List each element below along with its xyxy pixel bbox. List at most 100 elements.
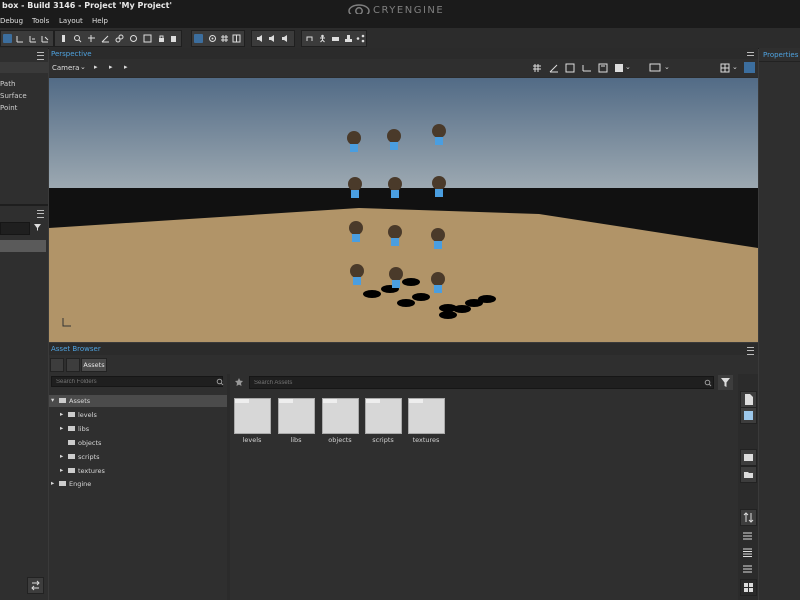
tree-item-libs[interactable]: ▸ libs [49,423,227,435]
collapse-arrow-icon[interactable]: ▸ [60,424,63,432]
new-asset-button[interactable] [740,391,757,408]
speaker-icon[interactable] [268,34,277,43]
list-view-button[interactable] [740,545,755,560]
layout-icon[interactable] [720,63,730,73]
volume-icon[interactable] [280,34,289,43]
folder-thumbnail-icon [408,398,445,434]
angle-snap-icon[interactable] [549,63,559,73]
collapse-arrow-icon[interactable]: ▸ [51,479,54,487]
step-icon[interactable]: ▸ [109,63,113,71]
terrain-snap-icon[interactable] [582,63,592,73]
open-folder-button[interactable] [740,466,757,483]
left-search-input[interactable] [0,222,30,235]
filter-icon[interactable] [33,223,42,232]
panel-menu-icon[interactable] [37,52,44,60]
character-icon[interactable] [318,34,327,43]
tree-item-textures[interactable]: ▸ textures [49,465,227,477]
rotate-tool-icon[interactable] [29,34,38,43]
fast-forward-icon[interactable]: ▸ [124,63,128,71]
import-button[interactable] [740,407,757,424]
game-mode-icon[interactable] [331,34,340,43]
left-item-point[interactable]: Point [0,104,17,112]
physics-icon[interactable] [169,34,178,43]
snap-grid-icon[interactable] [87,34,96,43]
helpers-icon[interactable] [232,34,241,43]
menu-tools[interactable]: Tools [32,17,49,25]
chevron-down-icon: ⌄ [80,63,86,71]
tree-item-engine[interactable]: ▸ Engine [49,478,227,490]
tree-item-levels[interactable]: ▸ levels [49,409,227,421]
viewport-scene[interactable] [49,78,758,342]
search-assets-input[interactable] [249,376,714,389]
sync-button[interactable] [27,577,44,594]
select-tool-icon[interactable] [3,34,12,43]
camera-speed-icon[interactable] [598,63,608,73]
forward-button[interactable] [66,358,80,372]
menu-layout[interactable]: Layout [59,17,83,25]
collapse-arrow-icon[interactable]: ▸ [60,452,63,460]
unlink-icon[interactable] [129,34,138,43]
export-icon[interactable] [356,34,365,43]
link-icon[interactable] [115,34,124,43]
toolbar-group-audio [251,30,295,47]
thumbnail-view-button[interactable] [740,579,757,596]
asset-browser-menu-icon[interactable] [747,347,754,355]
left-item-path[interactable]: Path [0,80,15,88]
hand-tool-icon[interactable] [59,34,68,43]
viewport-title: Perspective [51,50,92,58]
grid-display-icon[interactable] [532,63,542,73]
filter-button[interactable] [718,375,733,390]
mute-icon[interactable] [256,34,265,43]
play-icon[interactable]: ▸ [94,63,98,71]
image-icon[interactable] [614,63,624,73]
move-tool-icon[interactable] [16,34,25,43]
folder-tree-panel: ▾ Assets ▸ levels ▸ libs objects ▸ scrip… [49,374,227,600]
maximize-icon[interactable] [744,62,755,73]
import-icon [744,411,753,420]
folder-tile-scripts[interactable]: scripts [365,398,405,444]
menu-help[interactable]: Help [92,17,108,25]
details-view-button[interactable] [740,528,755,543]
folder-icon [68,468,75,473]
selected-row[interactable] [0,240,46,252]
scale-tool-icon[interactable] [41,34,50,43]
menu-debug[interactable]: Debug [0,17,23,25]
grid-icon[interactable] [220,34,229,43]
folder-tile-levels[interactable]: levels [234,398,274,444]
folder-label: scripts [372,436,394,444]
list-view-icon [743,548,752,557]
scale-snap-icon[interactable] [565,63,575,73]
tree-item-objects[interactable]: objects [49,437,227,449]
folder-tile-objects[interactable]: objects [322,398,362,444]
lock-icon[interactable] [157,34,166,43]
camera-dropdown[interactable]: Camera [52,64,79,72]
favorite-star-icon[interactable] [234,377,244,387]
folder-tile-textures[interactable]: textures [408,398,448,444]
menu-bar: Debug Tools Layout Help [0,14,800,28]
search-zoom-icon[interactable] [73,34,82,43]
tree-item-assets[interactable]: ▾ Assets [49,395,227,407]
back-button[interactable] [50,358,64,372]
physics-sim-icon[interactable] [344,34,353,43]
compact-view-button[interactable] [740,561,755,576]
expand-arrow-icon[interactable]: ▾ [51,396,54,404]
target-icon[interactable] [208,34,217,43]
tree-item-scripts[interactable]: ▸ scripts [49,451,227,463]
collapse-arrow-icon[interactable]: ▸ [60,410,63,418]
align-icon[interactable] [143,34,152,43]
sort-button[interactable] [740,509,757,526]
display-mode-icon[interactable] [194,34,203,43]
divider [0,204,48,206]
folder-view-button[interactable] [740,449,757,466]
search-folders-input[interactable] [51,376,223,387]
collapse-arrow-icon[interactable]: ▸ [60,466,63,474]
ai-icon[interactable] [305,34,314,43]
filter-icon-2 [721,378,730,387]
breadcrumb-assets[interactable]: Assets [81,358,107,372]
display-monitor-icon[interactable] [649,63,661,73]
panel-menu-icon-2[interactable] [37,210,44,218]
left-item-surface[interactable]: Surface [0,92,27,100]
folder-tile-libs[interactable]: libs [278,398,318,444]
assets-area: levels libs objects scripts textures [230,374,738,600]
snap-angle-icon[interactable] [101,34,110,43]
